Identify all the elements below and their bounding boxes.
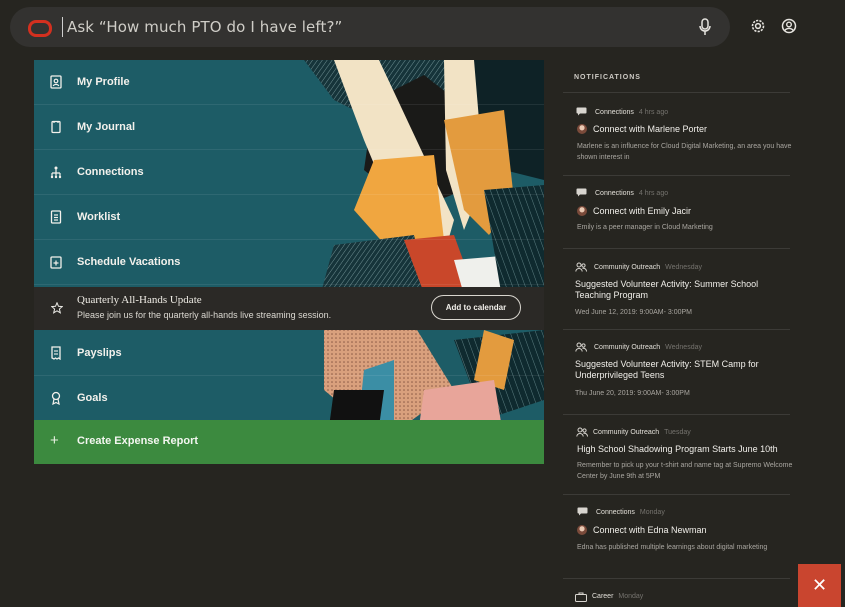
people-icon bbox=[575, 262, 587, 272]
menu-item-label: Schedule Vacations bbox=[77, 256, 181, 268]
journal-icon bbox=[51, 120, 61, 134]
divider bbox=[563, 494, 790, 495]
chat-icon bbox=[576, 188, 587, 197]
divider bbox=[563, 248, 790, 249]
notification-meta: Community Outreach Wednesday bbox=[594, 344, 702, 351]
menu-item-goals[interactable]: Goals bbox=[34, 376, 544, 421]
notification-body: Wed June 12, 2019: 9:00AM- 3:00PM bbox=[575, 309, 692, 316]
people-icon bbox=[576, 427, 588, 437]
divider bbox=[563, 175, 790, 176]
menu-item-label: My Journal bbox=[77, 121, 136, 133]
notification-meta: Connections 4 hrs ago bbox=[595, 190, 669, 197]
gear-icon[interactable] bbox=[750, 18, 766, 34]
connections-icon bbox=[50, 166, 62, 179]
notification-title[interactable]: Suggested Volunteer Activity: STEM Camp … bbox=[575, 359, 785, 381]
notification-meta: Connections Monday bbox=[596, 509, 665, 516]
notification-title[interactable]: Suggested Volunteer Activity: Summer Sch… bbox=[575, 279, 785, 301]
notification-body: Marlene is an influence for Cloud Digita… bbox=[577, 143, 792, 161]
announcement-title: Quarterly All-Hands Update bbox=[77, 294, 202, 306]
divider bbox=[563, 414, 790, 415]
user-icon[interactable] bbox=[781, 18, 797, 34]
worklist-icon bbox=[50, 210, 62, 224]
notification-title[interactable]: Connect with Emily Jacir bbox=[593, 206, 691, 217]
payslip-icon bbox=[51, 346, 61, 360]
top-bar: Ask “How much PTO do I have left?” bbox=[0, 0, 845, 60]
oracle-logo-icon[interactable] bbox=[28, 20, 52, 37]
notification-title[interactable]: High School Shadowing Program Starts Jun… bbox=[577, 444, 778, 455]
menu-item-my-journal[interactable]: My Journal bbox=[34, 105, 544, 150]
menu-item-connections[interactable]: Connections bbox=[34, 150, 544, 195]
notification-title[interactable]: Connect with Marlene Porter bbox=[593, 124, 707, 135]
search-input[interactable]: Ask “How much PTO do I have left?” bbox=[67, 18, 342, 36]
divider bbox=[563, 92, 790, 93]
notification-meta: Career Monday bbox=[592, 593, 644, 600]
microphone-icon[interactable] bbox=[699, 18, 711, 36]
briefcase-icon bbox=[575, 592, 587, 602]
notification-title[interactable]: Connect with Edna Newman bbox=[593, 525, 707, 536]
notification-meta: Community Outreach Tuesday bbox=[593, 429, 691, 436]
notification-body: Thu June 20, 2019: 9:00AM- 3:00PM bbox=[575, 390, 690, 397]
menu-item-label: Goals bbox=[77, 392, 108, 404]
calendar-plus-icon bbox=[50, 256, 62, 269]
divider bbox=[563, 329, 790, 330]
avatar bbox=[577, 124, 587, 134]
announcement-subtitle: Please join us for the quarterly all-han… bbox=[77, 310, 332, 320]
chat-icon bbox=[577, 507, 588, 516]
notifications-header: NOTIFICATIONS bbox=[574, 74, 641, 81]
menu-item-schedule-vacations[interactable]: Schedule Vacations bbox=[34, 240, 544, 285]
profile-icon bbox=[50, 75, 62, 89]
plus-icon: + bbox=[50, 432, 59, 449]
menu-item-label: Connections bbox=[77, 166, 144, 178]
avatar bbox=[577, 206, 587, 216]
create-expense-report-button[interactable]: + Create Expense Report bbox=[34, 420, 544, 464]
chat-icon bbox=[576, 107, 587, 116]
notification-body: Edna has published multiple learnings ab… bbox=[577, 544, 768, 551]
people-icon bbox=[575, 342, 587, 352]
divider bbox=[563, 578, 790, 579]
menu-item-my-profile[interactable]: My Profile bbox=[34, 60, 544, 105]
text-cursor bbox=[62, 17, 63, 37]
menu-item-label: Payslips bbox=[77, 347, 122, 359]
menu-item-label: Worklist bbox=[77, 211, 121, 223]
close-button[interactable]: ✕ bbox=[798, 564, 841, 607]
quick-actions-panel: My Profile My Journal Connections Workli… bbox=[34, 60, 544, 464]
menu-item-label: My Profile bbox=[77, 76, 130, 88]
announcement-banner: Quarterly All-Hands Update Please join u… bbox=[34, 287, 544, 330]
avatar bbox=[577, 525, 587, 535]
notification-body: Remember to pick up your t-shirt and nam… bbox=[577, 462, 793, 480]
search-bar[interactable]: Ask “How much PTO do I have left?” bbox=[10, 7, 730, 47]
expense-label: Create Expense Report bbox=[77, 435, 199, 447]
notification-meta: Connections 4 hrs ago bbox=[595, 109, 669, 116]
notification-meta: Community Outreach Wednesday bbox=[594, 264, 702, 271]
notification-body: Emily is a peer manager in Cloud Marketi… bbox=[577, 224, 713, 231]
menu-item-worklist[interactable]: Worklist bbox=[34, 195, 544, 240]
goals-icon bbox=[51, 391, 61, 405]
star-icon[interactable] bbox=[51, 302, 63, 314]
menu-item-payslips[interactable]: Payslips bbox=[34, 331, 544, 376]
add-to-calendar-button[interactable]: Add to calendar bbox=[431, 295, 521, 320]
